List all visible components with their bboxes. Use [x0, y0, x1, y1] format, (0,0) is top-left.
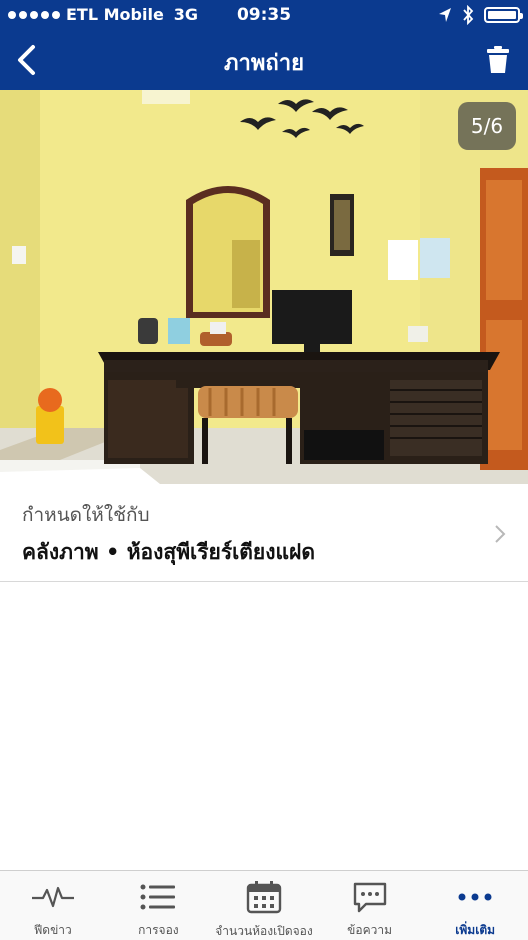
photo-counter-badge: 5/6 — [458, 102, 516, 150]
hotel-room-image — [0, 90, 528, 484]
tab-bar: ฟีดข่าว การจอง จำนวนห้องเปิดจอง ข้อความ … — [0, 870, 528, 940]
location-arrow-icon — [439, 8, 451, 22]
carrier-name: ETL Mobile — [66, 5, 164, 24]
calendar-icon — [246, 881, 282, 914]
tab-label: เพิ่มเติม — [455, 923, 496, 937]
status-left: ETL Mobile 3G — [8, 5, 198, 24]
bluetooth-icon — [463, 5, 474, 25]
trash-icon — [487, 46, 509, 73]
assign-to-row[interactable]: กำหนดให้ใช้กับ คลังภาพ • ห้องสุพีเรียร์เ… — [0, 484, 528, 582]
status-bar: ETL Mobile 3G 09:35 — [0, 0, 528, 30]
tab-news-feed[interactable]: ฟีดข่าว — [0, 871, 106, 940]
page-title: ภาพถ่าย — [224, 51, 304, 76]
chevron-right-icon — [495, 525, 506, 543]
list-icon — [140, 884, 176, 909]
message-icon — [353, 882, 386, 912]
tab-label: ข้อความ — [347, 923, 392, 937]
tab-bookings[interactable]: การจอง — [106, 871, 212, 940]
more-icon — [458, 893, 492, 900]
delete-button[interactable] — [482, 42, 514, 78]
signal-strength-icon — [8, 10, 60, 19]
tab-messages[interactable]: ข้อความ — [317, 871, 423, 940]
navigation-bar: ภาพถ่าย — [0, 30, 528, 90]
room-photo[interactable]: 5/6 — [0, 90, 528, 484]
back-button[interactable] — [6, 40, 46, 80]
tab-label: การจอง — [138, 923, 179, 937]
assign-label: กำหนดให้ใช้กับ — [22, 504, 150, 526]
assign-value: คลังภาพ • ห้องสุพีเรียร์เตียงแฝด — [22, 540, 315, 564]
network-type: 3G — [173, 5, 199, 24]
tab-availability[interactable]: จำนวนห้องเปิดจอง — [211, 871, 317, 940]
status-right — [438, 5, 523, 25]
battery-icon — [484, 7, 523, 23]
tab-more[interactable]: เพิ่มเติม — [422, 871, 528, 940]
tab-label: ฟีดข่าว — [33, 923, 72, 937]
tab-label: จำนวนห้องเปิดจอง — [215, 924, 313, 938]
activity-icon — [31, 886, 74, 907]
chevron-left-icon — [18, 45, 35, 75]
